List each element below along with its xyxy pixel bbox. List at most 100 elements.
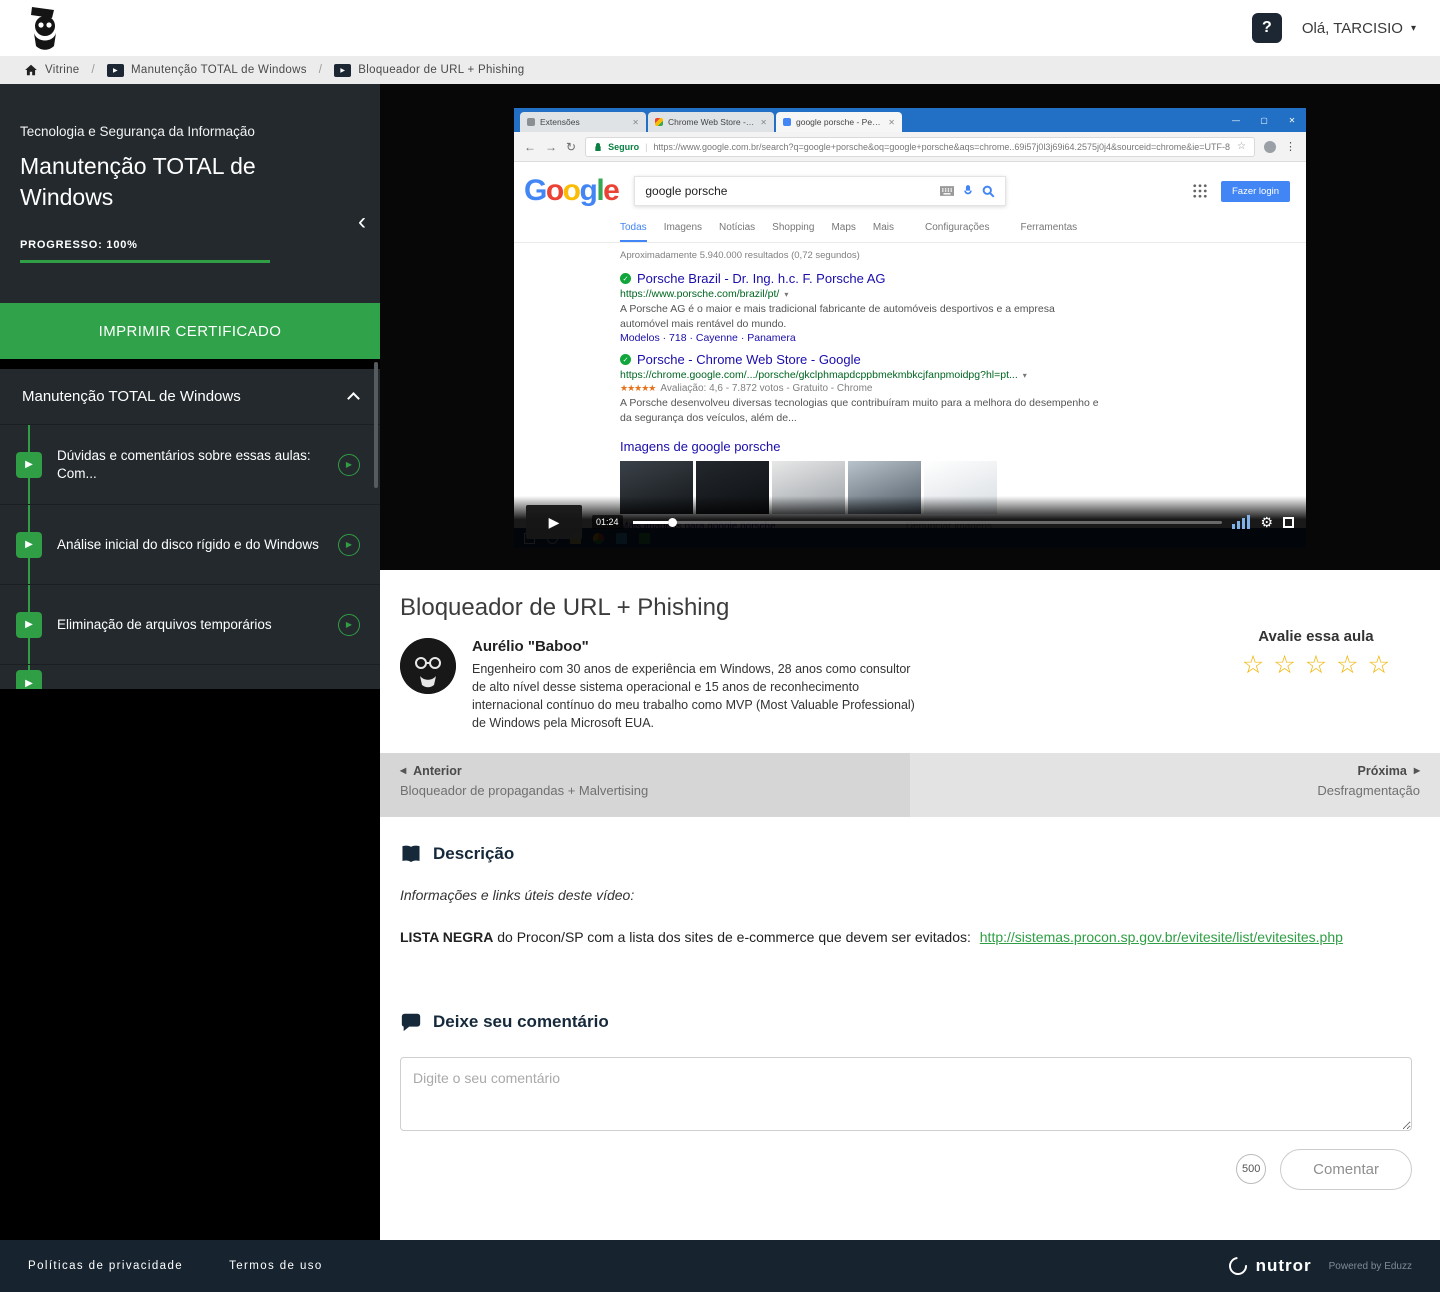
lesson-item[interactable]: ▶ Análise inicial do disco rígido e do W… [0,505,380,585]
window-controls: — ▢ ✕ [1222,108,1306,132]
footer-links: Políticas de privacidade Termos de uso [28,1260,323,1272]
next-lesson-button[interactable]: Próxima ▶ Desfragmentação [910,753,1440,817]
description-section: Descrição Informações e links úteis dest… [380,817,1440,945]
play-button[interactable]: ▶ [526,505,582,539]
breadcrumb-separator: / [92,64,96,76]
home-icon [24,63,38,77]
app-header: ? Olá, TARCISIO ▾ [0,0,1440,56]
tab-label: google porsche - Pesqui [796,117,883,127]
comments-section: Deixe seu comentário 500 Comentar [380,945,1440,1190]
video-frame[interactable]: Extensões ✕ Chrome Web Store - tral ✕ go… [514,108,1306,548]
play-circle-icon[interactable]: ▶ [338,454,360,476]
lesson-item[interactable]: ▶ Eliminação de arquivos temporários ▶ [0,585,380,665]
star-icon[interactable]: ☆ [1305,653,1327,678]
maximize-icon: ▢ [1250,108,1278,132]
result-url-row: https://chrome.google.com/.../porsche/gk… [620,369,1099,381]
result-rating-row: ★★★★★ Avaliação: 4,6 - 7.872 votos - Gra… [620,383,1099,394]
main-content: Extensões ✕ Chrome Web Store - tral ✕ go… [380,84,1440,1240]
powered-by: Powered by Eduzz [1329,1261,1412,1272]
lesson-item-partial[interactable]: ▶ [0,665,380,689]
play-circle-icon[interactable]: ▶ [338,614,360,636]
star-icon[interactable]: ☆ [1273,653,1295,678]
menu-item: Imagens [664,222,702,242]
sidebar-collapse-icon[interactable]: ‹ [358,210,366,234]
breadcrumb-lesson[interactable]: ▶ Bloqueador de URL + Phishing [334,64,524,77]
lesson-navigation: ◀ Anterior Bloqueador de propagandas + M… [380,753,1440,817]
star-icon[interactable]: ☆ [1368,653,1390,678]
breadcrumb-home[interactable]: Vitrine [24,63,80,77]
fullscreen-icon[interactable] [1283,517,1294,528]
module-accordion[interactable]: Manutenção TOTAL de Windows [0,369,380,425]
breadcrumb: Vitrine / ▶ Manutenção TOTAL de Windows … [0,56,1440,84]
rating-text: Avaliação: 4,6 - 7.872 votos - Gratuito … [660,383,872,394]
result-title: Porsche Brazil - Dr. Ing. h.c. F. Porsch… [637,271,886,286]
privacy-link[interactable]: Políticas de privacidade [28,1260,183,1272]
google-logo: Google [524,174,618,208]
result-description: A Porsche desenvolveu diversas tecnologi… [620,396,1099,425]
progress-track[interactable] [633,521,1223,524]
menu-item: Maps [831,222,855,242]
next-label: Próxima [1358,764,1407,778]
lesson-item[interactable]: ▶ Dúvidas e comentários sobre essas aula… [0,425,380,505]
result-description: A Porsche AG é o maior e mais tradiciona… [620,302,1099,331]
comments-header: Deixe seu comentário [400,1011,1420,1033]
profile-icon [1264,141,1276,153]
search-result: ✓ Porsche Brazil - Dr. Ing. h.c. F. Pors… [514,263,1099,344]
breadcrumb-label: Vitrine [45,64,80,76]
rate-label: Avalie essa aula [1242,628,1390,645]
play-circle-icon[interactable]: ▶ [338,534,360,556]
progress-handle[interactable] [668,518,677,527]
user-menu[interactable]: Olá, TARCISIO ▾ [1302,20,1416,37]
volume-icon[interactable] [1232,515,1250,529]
print-certificate-button[interactable]: IMPRIMIR CERTIFICADO [0,303,380,359]
next-label-row: Próxima ▶ [930,764,1420,778]
avatar [400,638,456,694]
browser-tab: Chrome Web Store - tral ✕ [648,112,774,132]
description-text: do Procon/SP com a lista dos sites de e-… [493,929,974,945]
breadcrumb-separator: / [319,64,323,76]
lesson-video-icon: ▶ [16,532,42,558]
browser-tabstrip: Extensões ✕ Chrome Web Store - tral ✕ go… [514,108,1306,132]
help-button[interactable]: ? [1252,13,1282,43]
lesson-item-title: Eliminação de arquivos temporários [57,616,338,634]
google-header: Google google porsche Fazer login [514,162,1306,214]
star-icon[interactable]: ☆ [1242,653,1264,678]
sidebar-scrollbar[interactable] [374,362,378,488]
author-name: Aurélio "Baboo" [472,638,917,655]
avatar-illustration [400,638,456,694]
description-heading: Descrição [433,844,514,864]
author-text: Aurélio "Baboo" Engenheiro com 30 anos d… [472,638,917,733]
images-heading: Imagens de google porsche [514,426,1306,461]
result-url-row: https://www.porsche.com/brazil/pt/ ▾ [620,288,1099,300]
results-stats: Aproximadamente 5.940.000 resultados (0,… [514,243,1306,263]
star-icon[interactable]: ☆ [1336,653,1358,678]
breadcrumb-course[interactable]: ▶ Manutenção TOTAL de Windows [107,64,307,77]
greeting-text: Olá, TARCISIO [1302,20,1403,37]
comment-input[interactable] [400,1057,1412,1131]
char-count-badge: 500 [1236,1154,1266,1184]
menu-item: Ferramentas [1021,222,1078,242]
comment-bubble-icon [400,1011,422,1033]
course-category: Tecnologia e Segurança da Informação [20,124,360,139]
description-header: Descrição [400,843,1420,865]
brand-logo[interactable] [24,5,66,51]
terms-link[interactable]: Termos de uso [229,1260,323,1272]
reload-icon: ↻ [566,140,576,154]
blacklist-link[interactable]: http://sistemas.procon.sp.gov.br/evitesi… [980,929,1343,945]
chevron-up-icon [347,392,360,405]
back-icon: ← [524,140,536,154]
close-icon: ✕ [632,118,639,127]
lesson-info: Bloqueador de URL + Phishing Aurélio "Ba… [380,570,1440,753]
submit-comment-button[interactable]: Comentar [1280,1149,1412,1190]
settings-gear-icon[interactable]: ⚙ [1260,514,1273,531]
previous-lesson-button[interactable]: ◀ Anterior Bloqueador de propagandas + M… [380,753,910,817]
google-results-page: Google google porsche Fazer login [514,162,1306,528]
video-icon: ▶ [107,64,124,77]
page-title: Bloqueador de URL + Phishing [400,594,1412,622]
current-time: 01:24 [592,515,623,529]
nutror-brand-name: nutror [1256,1256,1312,1276]
course-title: Manutenção TOTAL de Windows [20,151,310,213]
close-icon: ✕ [888,118,895,127]
footer-brand: nutror Powered by Eduzz [1229,1256,1412,1276]
menu-item: Todas [620,222,647,242]
